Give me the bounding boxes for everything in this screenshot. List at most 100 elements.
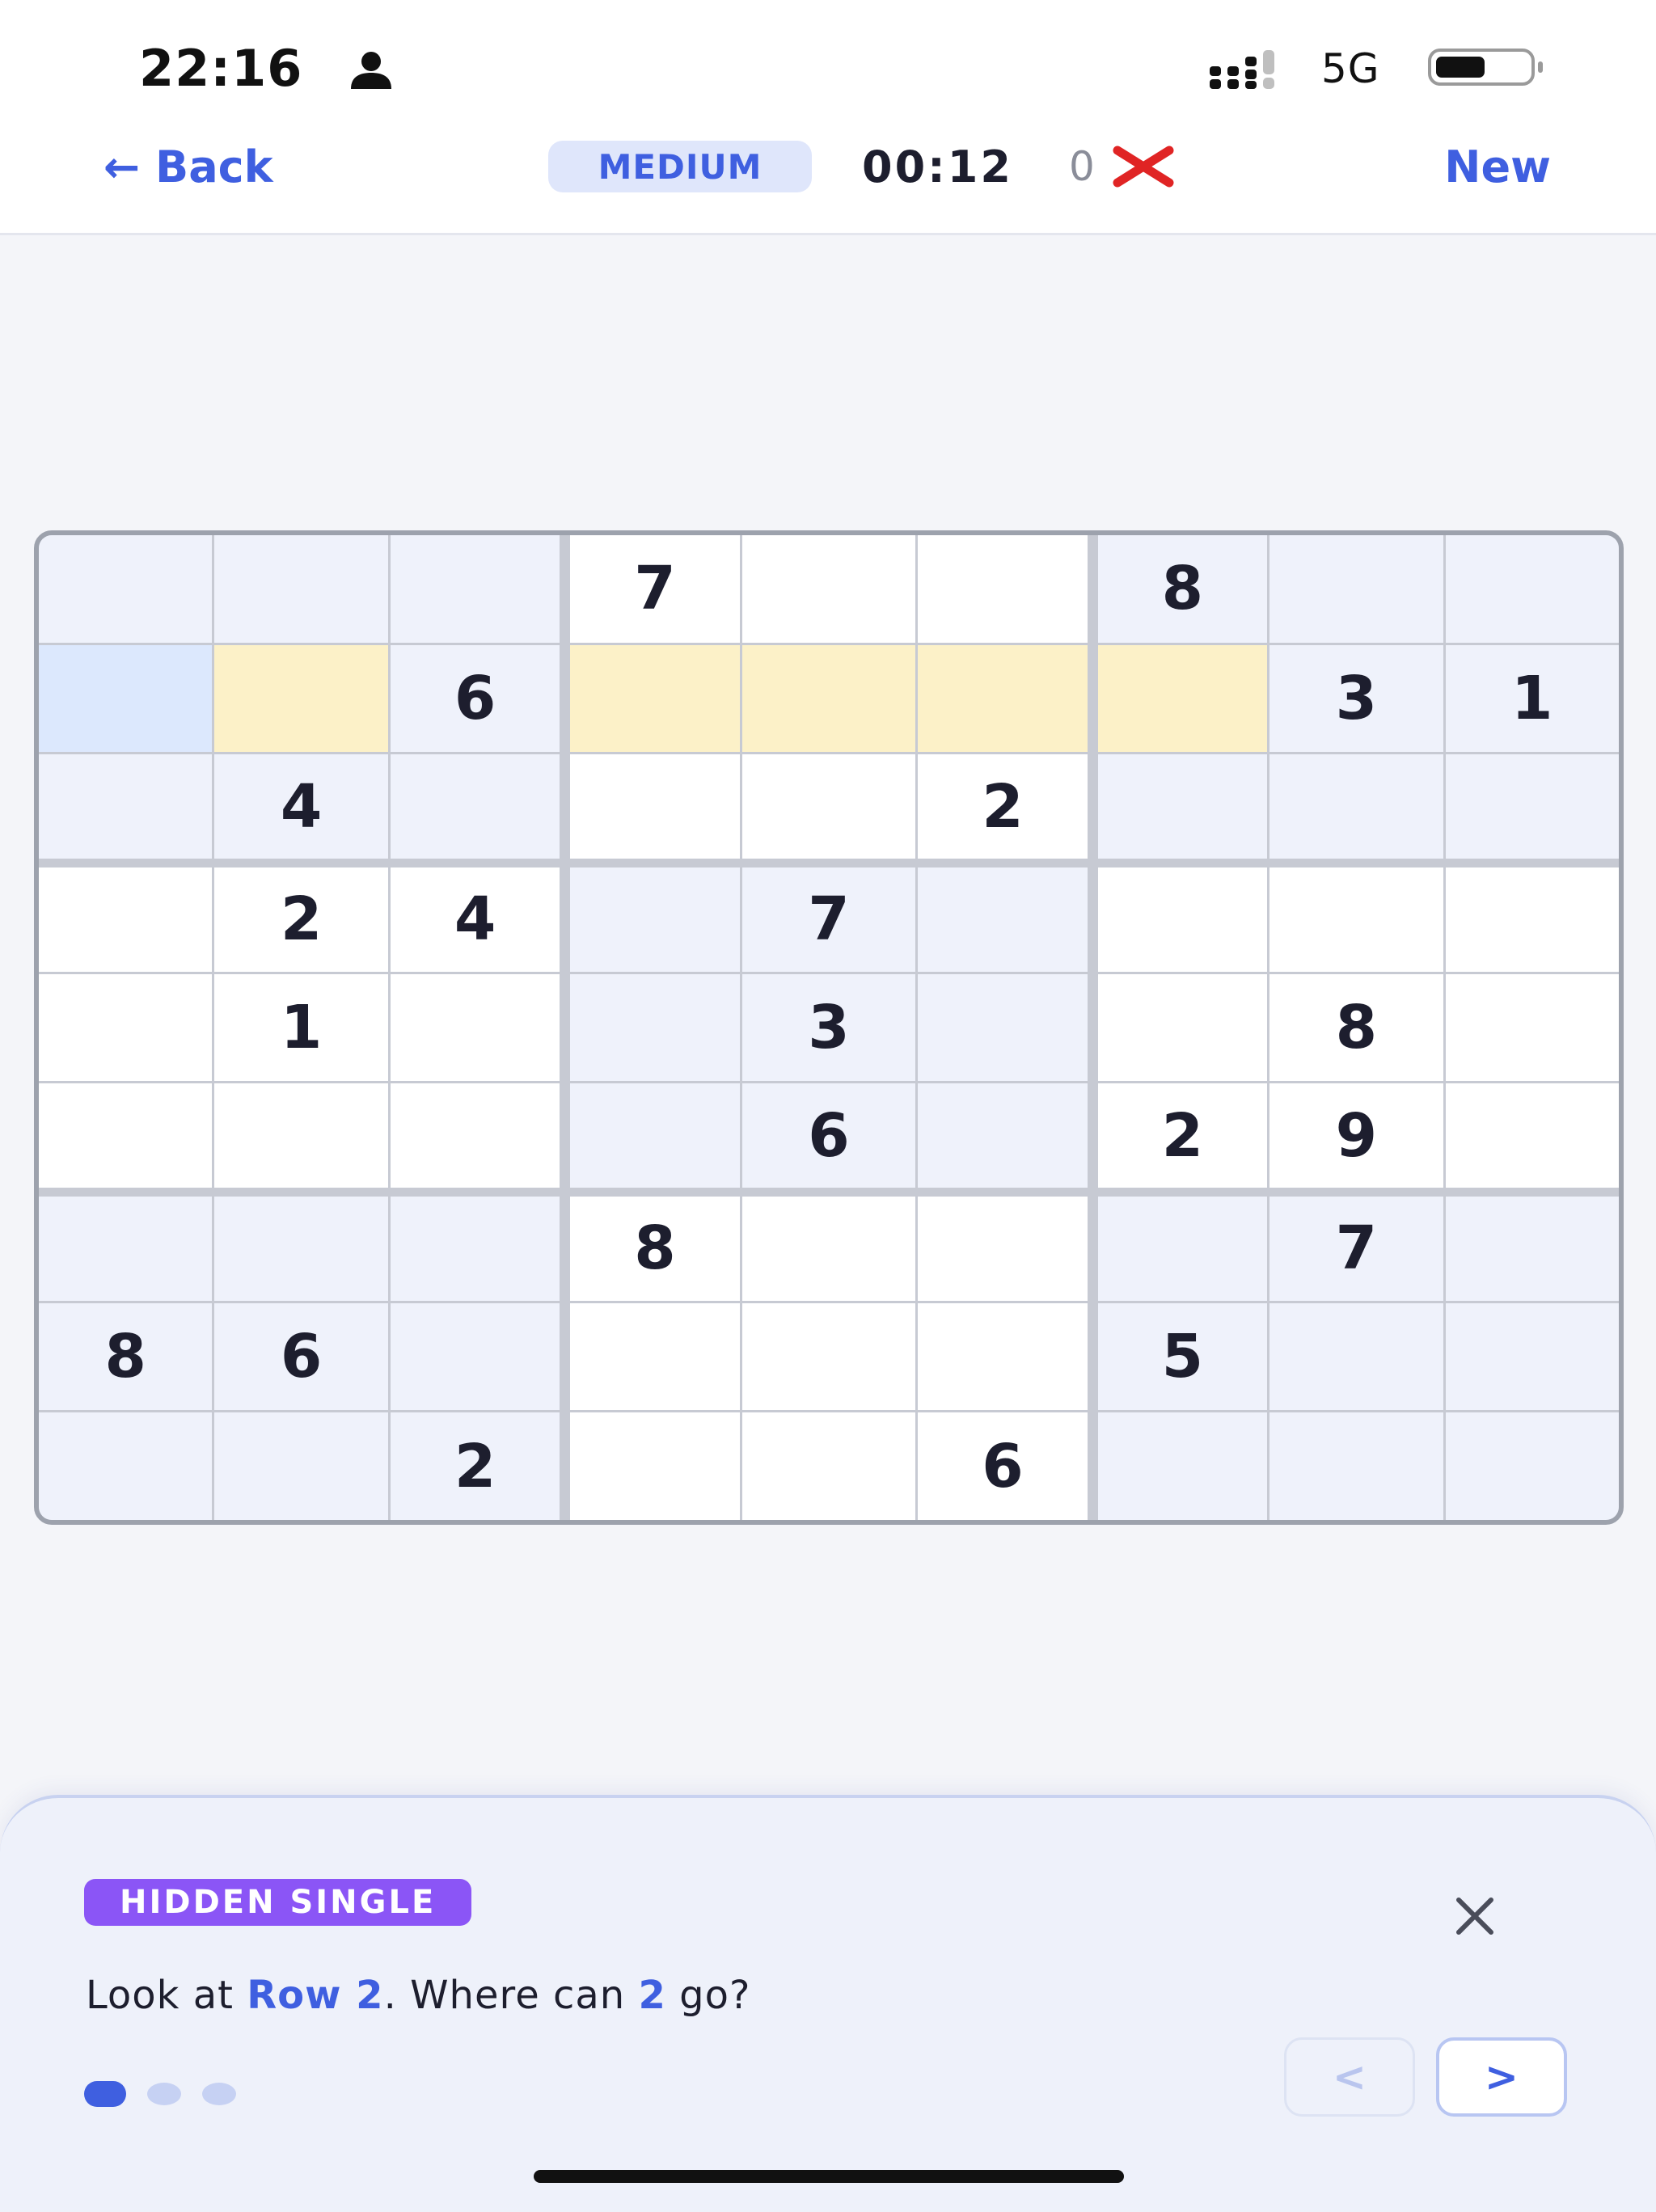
chevron-left-icon: < xyxy=(1333,2054,1367,2100)
board-cell[interactable] xyxy=(390,754,560,859)
board-cell[interactable] xyxy=(741,535,916,643)
board-cell[interactable] xyxy=(741,1412,916,1520)
board-cell[interactable] xyxy=(39,754,213,859)
home-indicator xyxy=(534,2170,1124,2183)
board-cell[interactable] xyxy=(390,1197,560,1301)
hint-text-mid: . Where can xyxy=(383,1973,639,2018)
board-cell[interactable] xyxy=(570,973,740,1082)
board-cell[interactable] xyxy=(39,644,213,753)
board-cell[interactable]: 7 xyxy=(1269,1197,1443,1301)
hint-step-indicator xyxy=(84,2081,257,2107)
board-cell[interactable] xyxy=(1269,754,1443,859)
board-cell[interactable] xyxy=(570,754,740,859)
board-cell[interactable]: 5 xyxy=(1097,1302,1268,1411)
board-cell[interactable] xyxy=(39,1197,213,1301)
board-cell[interactable] xyxy=(1445,973,1619,1082)
board-cell[interactable] xyxy=(570,1302,740,1411)
close-icon[interactable] xyxy=(1452,1893,1498,1939)
board-cell[interactable]: 2 xyxy=(918,754,1088,859)
board-cell[interactable]: 2 xyxy=(214,867,388,972)
board-cell[interactable]: 6 xyxy=(918,1412,1088,1520)
board-cell[interactable] xyxy=(1445,754,1619,859)
board-cell[interactable] xyxy=(570,644,740,753)
board-cell[interactable]: 7 xyxy=(570,535,740,643)
board-cell[interactable] xyxy=(1445,867,1619,972)
board-cell[interactable] xyxy=(214,1083,388,1188)
board-cell[interactable] xyxy=(918,644,1088,753)
board-cell[interactable] xyxy=(214,644,388,753)
hint-next-button[interactable]: > xyxy=(1436,2037,1567,2117)
board-cell[interactable]: 1 xyxy=(214,973,388,1082)
board-cell[interactable] xyxy=(1097,867,1268,972)
board-cell[interactable] xyxy=(1097,1197,1268,1301)
difficulty-badge: MEDIUM xyxy=(548,141,812,192)
status-time: 22:16 xyxy=(139,39,303,98)
board-cell[interactable] xyxy=(1097,1412,1268,1520)
board-cell[interactable]: 6 xyxy=(390,644,560,753)
board-cell[interactable]: 8 xyxy=(570,1197,740,1301)
board-cell[interactable] xyxy=(741,1302,916,1411)
board-cell[interactable] xyxy=(1269,1412,1443,1520)
board-cell[interactable] xyxy=(39,867,213,972)
board-cell[interactable]: 8 xyxy=(1269,973,1443,1082)
back-button-label: ← Back xyxy=(104,141,273,192)
board-cell[interactable]: 8 xyxy=(1097,535,1268,643)
board-cell[interactable] xyxy=(390,1083,560,1188)
chevron-right-icon: > xyxy=(1485,2054,1519,2100)
board-cell[interactable] xyxy=(1097,754,1268,859)
board-cell[interactable]: 6 xyxy=(741,1083,916,1188)
board-cell[interactable] xyxy=(1445,1302,1619,1411)
hint-prev-button[interactable]: < xyxy=(1284,2037,1415,2117)
board-cell[interactable] xyxy=(39,973,213,1082)
board-cell[interactable] xyxy=(1445,1197,1619,1301)
board-cell[interactable]: 8 xyxy=(39,1302,213,1411)
board-cell[interactable] xyxy=(741,1197,916,1301)
board-cell[interactable]: 4 xyxy=(214,754,388,859)
board-cell[interactable]: 1 xyxy=(1445,644,1619,753)
board-cell[interactable] xyxy=(918,1197,1088,1301)
board-cell[interactable]: 2 xyxy=(1097,1083,1268,1188)
board-cell[interactable]: 3 xyxy=(741,973,916,1082)
board-cell[interactable] xyxy=(741,754,916,859)
new-game-button[interactable]: New xyxy=(1444,141,1551,192)
board-cell[interactable]: 7 xyxy=(741,867,916,972)
board-cell[interactable]: 6 xyxy=(214,1302,388,1411)
board-cell[interactable] xyxy=(918,1302,1088,1411)
board-cell[interactable] xyxy=(214,535,388,643)
board-cell[interactable]: 3 xyxy=(1269,644,1443,753)
board-cell[interactable] xyxy=(1097,973,1268,1082)
hint-technique-tag: HIDDEN SINGLE xyxy=(84,1879,472,1926)
board-cell[interactable] xyxy=(390,535,560,643)
board-cell[interactable] xyxy=(1445,1412,1619,1520)
board-cell[interactable]: 2 xyxy=(390,1412,560,1520)
board-cell[interactable] xyxy=(1445,1083,1619,1188)
board-cell[interactable] xyxy=(1269,1302,1443,1411)
board-cell[interactable] xyxy=(918,973,1088,1082)
network-label: 5G xyxy=(1321,45,1380,92)
board-cell[interactable] xyxy=(390,973,560,1082)
status-bar: 22:16 5G xyxy=(0,0,1656,121)
board-cell[interactable] xyxy=(918,1083,1088,1188)
board-cell[interactable] xyxy=(570,867,740,972)
board-cell[interactable] xyxy=(918,867,1088,972)
board-cell[interactable] xyxy=(39,1083,213,1188)
board-cell[interactable] xyxy=(918,535,1088,643)
board-cell[interactable] xyxy=(39,535,213,643)
hint-message: Look at Row 2. Where can 2 go? xyxy=(86,1973,750,2018)
board-cell[interactable] xyxy=(1269,867,1443,972)
mistake-count: 0 xyxy=(1069,143,1095,190)
board-cell[interactable] xyxy=(1445,535,1619,643)
battery-icon xyxy=(1428,49,1543,86)
board-cell[interactable] xyxy=(1097,644,1268,753)
board-cell[interactable] xyxy=(390,1302,560,1411)
board-cell[interactable] xyxy=(214,1197,388,1301)
board-cell[interactable] xyxy=(570,1083,740,1188)
board-cell[interactable] xyxy=(741,644,916,753)
back-button[interactable]: ← Back xyxy=(104,141,273,192)
board-cell[interactable] xyxy=(570,1412,740,1520)
board-cell[interactable]: 4 xyxy=(390,867,560,972)
board-cell[interactable] xyxy=(39,1412,213,1520)
board-cell[interactable]: 9 xyxy=(1269,1083,1443,1188)
board-cell[interactable] xyxy=(1269,535,1443,643)
board-cell[interactable] xyxy=(214,1412,388,1520)
